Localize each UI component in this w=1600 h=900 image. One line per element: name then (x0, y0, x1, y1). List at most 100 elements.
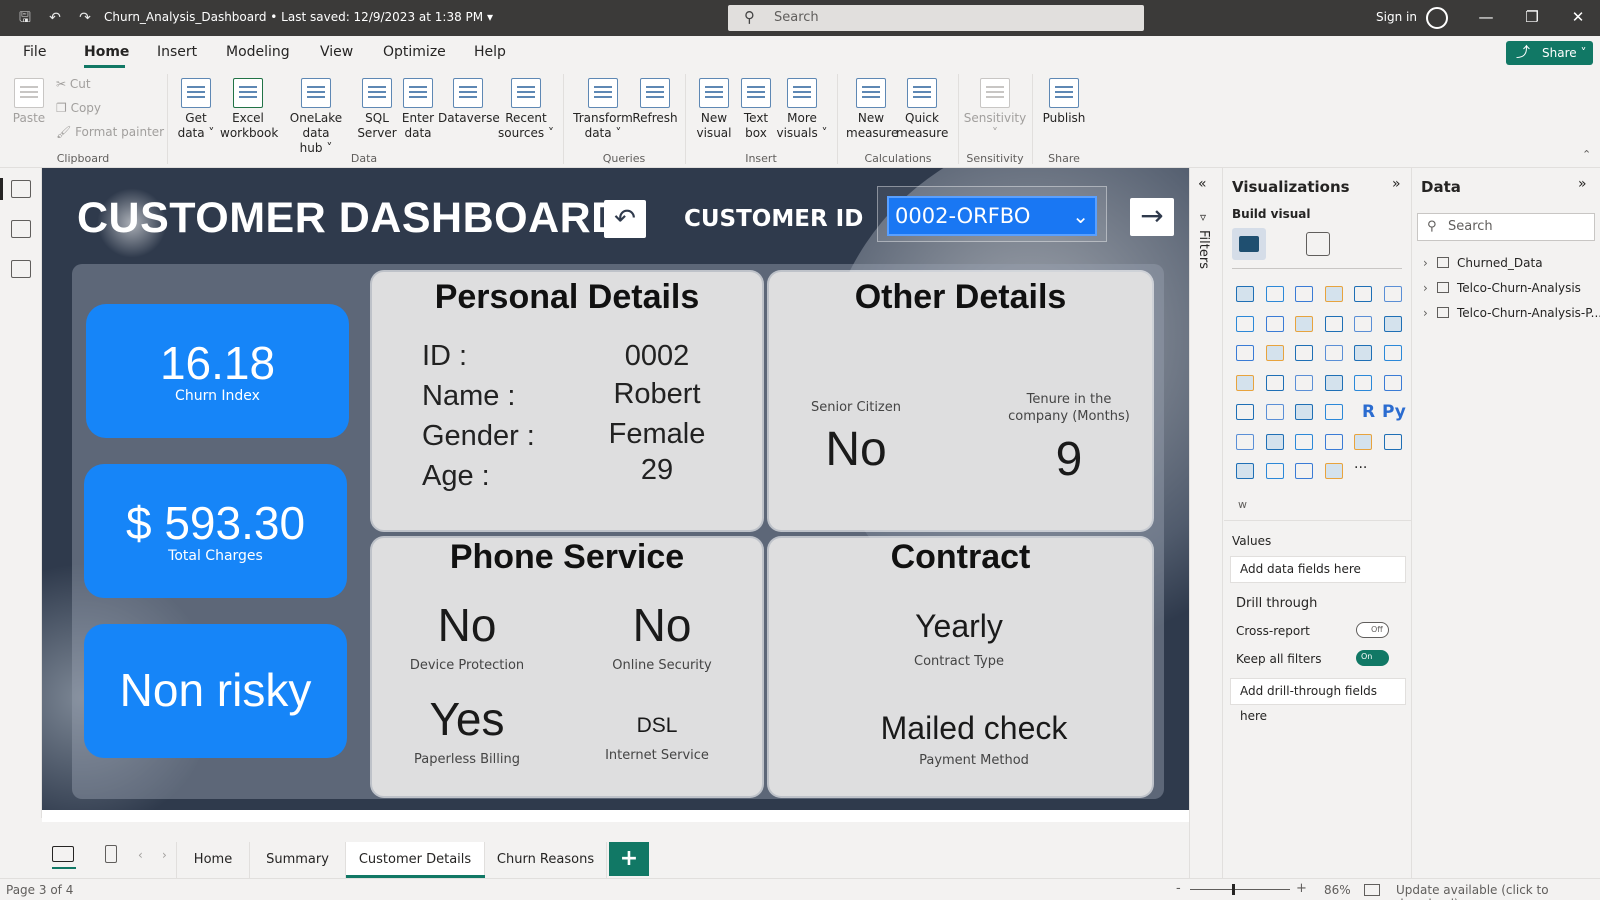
r-visual-icon[interactable]: R (1362, 402, 1375, 422)
visual-type-icon[interactable] (1324, 463, 1343, 479)
visual-type-icon[interactable] (1383, 374, 1402, 391)
mobile-layout-icon[interactable] (105, 845, 117, 863)
text-box-button[interactable]: Text box (736, 78, 776, 141)
more-visuals-button[interactable]: More visuals ˅ (776, 78, 828, 141)
menu-home[interactable]: Home (84, 44, 129, 60)
visual-type-icon[interactable] (1383, 433, 1402, 450)
get-data-button[interactable]: Get data ˅ (172, 78, 220, 141)
collapse-ribbon-icon[interactable]: ⌃ (1582, 148, 1591, 161)
quick-measure-button[interactable]: Quick measure (896, 78, 948, 141)
refresh-button[interactable]: Refresh (632, 78, 678, 126)
expand-filters-icon[interactable]: « (1198, 176, 1207, 192)
collapse-data-icon[interactable]: » (1578, 176, 1587, 192)
values-well[interactable]: Add data fields here (1230, 556, 1406, 583)
global-search-input[interactable]: ⚲ Search (728, 5, 1144, 31)
filters-pane-collapsed[interactable] (1189, 168, 1223, 878)
zoom-level[interactable]: 86% (1324, 883, 1351, 897)
visual-type-icon[interactable] (1265, 433, 1284, 450)
close-icon[interactable]: ✕ (1568, 8, 1588, 26)
visual-type-icon[interactable] (1295, 286, 1313, 302)
visual-type-icon[interactable] (1236, 345, 1254, 361)
zoom-slider-thumb[interactable] (1232, 884, 1235, 895)
add-page-button[interactable]: + (609, 842, 649, 876)
format-painter-button[interactable]: 🖌 Format painter (56, 125, 164, 139)
visual-type-icon[interactable] (1354, 286, 1372, 302)
visual-type-icon[interactable] (1295, 374, 1313, 391)
sign-in-link[interactable]: Sign in (1376, 10, 1417, 24)
user-avatar-icon[interactable] (1426, 7, 1448, 29)
sql-server-button[interactable]: SQL Server (356, 78, 398, 141)
custom-visual-icon[interactable]: w (1238, 498, 1247, 511)
visual-type-icon[interactable] (1236, 286, 1254, 302)
customer-id-dropdown[interactable]: 0002-ORFBO ⌄ (887, 196, 1097, 236)
menu-help[interactable]: Help (474, 44, 506, 60)
new-measure-button[interactable]: New measure (846, 78, 898, 141)
format-visual-icon[interactable] (1306, 232, 1330, 256)
visual-type-icon[interactable] (1265, 345, 1284, 361)
desktop-layout-icon[interactable] (52, 846, 74, 862)
menu-view[interactable]: View (320, 44, 353, 60)
visual-type-icon[interactable] (1324, 286, 1343, 302)
window-title[interactable]: Churn_Analysis_Dashboard • Last saved: 1… (104, 10, 493, 24)
zoom-slider[interactable] (1190, 889, 1290, 890)
build-visual-tab[interactable] (1232, 228, 1266, 260)
visual-type-icon[interactable] (1295, 345, 1313, 361)
visual-type-icon[interactable] (1236, 463, 1254, 479)
visual-type-icon[interactable] (1265, 315, 1284, 332)
transform-data-button[interactable]: Transform data ˅ (572, 78, 634, 141)
publish-button[interactable]: Publish (1040, 78, 1088, 126)
visual-type-icon[interactable] (1265, 286, 1284, 302)
visual-type-icon[interactable] (1236, 374, 1254, 391)
recent-sources-button[interactable]: Recent sources ˅ (498, 78, 554, 141)
report-view-icon[interactable] (11, 180, 31, 198)
onelake-hub-button[interactable]: OneLake data hub ˅ (276, 78, 356, 156)
visual-type-icon[interactable] (1354, 374, 1372, 391)
visual-type-icon[interactable] (1324, 433, 1343, 450)
visual-type-icon[interactable] (1236, 404, 1254, 420)
visual-type-icon[interactable] (1383, 345, 1402, 361)
visual-type-icon[interactable] (1383, 315, 1402, 332)
visual-type-icon[interactable] (1236, 433, 1254, 450)
next-page-icon[interactable]: › (162, 848, 167, 862)
tab-customer-details[interactable]: Customer Details (346, 842, 485, 878)
restore-icon[interactable]: ❐ (1522, 8, 1542, 26)
visual-type-icon[interactable] (1295, 463, 1313, 479)
visual-type-icon[interactable] (1354, 345, 1372, 361)
paste-button[interactable]: Paste (10, 78, 48, 126)
table-item-telco-churn-analysis[interactable]: › Telco-Churn-Analysis (1423, 281, 1581, 295)
tab-churn-reasons[interactable]: Churn Reasons (485, 842, 607, 878)
new-visual-button[interactable]: New visual (692, 78, 736, 141)
model-view-icon[interactable] (11, 260, 31, 278)
update-available-link[interactable]: Update available (click to download) (1396, 883, 1600, 900)
visual-type-icon[interactable] (1324, 315, 1343, 332)
zoom-out-icon[interactable]: - (1176, 881, 1181, 896)
table-item-telco-churn-analysis-p[interactable]: › Telco-Churn-Analysis-P... (1423, 306, 1600, 320)
drill-through-well[interactable]: Add drill-through fields here (1230, 678, 1406, 723)
cross-report-toggle[interactable]: Off (1356, 622, 1389, 638)
python-visual-icon[interactable]: Py (1382, 402, 1406, 422)
menu-modeling[interactable]: Modeling (226, 44, 290, 60)
tab-summary[interactable]: Summary (250, 842, 346, 878)
excel-workbook-button[interactable]: Excel workbook (220, 78, 278, 141)
visual-type-icon[interactable] (1354, 433, 1372, 450)
share-button[interactable]: ⤴ Share ˅ (1506, 41, 1593, 65)
back-button[interactable]: ↶ (604, 200, 646, 238)
next-button[interactable]: → (1130, 198, 1174, 236)
undo-icon[interactable]: ↶ (46, 9, 64, 27)
visual-type-icon[interactable] (1265, 404, 1284, 420)
sensitivity-button[interactable]: Sensitivity ˅ (962, 78, 1028, 141)
save-icon[interactable]: 🖫 (16, 9, 34, 27)
visual-type-icon[interactable] (1324, 374, 1343, 391)
menu-file[interactable]: File (23, 44, 46, 60)
minimize-icon[interactable]: — (1476, 8, 1496, 26)
visual-type-icon[interactable] (1295, 433, 1313, 450)
visual-type-icon[interactable] (1383, 286, 1402, 302)
menu-insert[interactable]: Insert (157, 44, 197, 60)
collapse-visualizations-icon[interactable]: » (1392, 176, 1401, 192)
data-search-input[interactable]: ⚲ Search (1417, 213, 1595, 241)
keep-filters-toggle[interactable]: On (1356, 650, 1389, 666)
dataverse-button[interactable]: Dataverse (438, 78, 500, 126)
table-item-churned-data[interactable]: › Churned_Data (1423, 256, 1543, 270)
redo-icon[interactable]: ↷ (76, 9, 94, 27)
visual-type-icon[interactable] (1236, 315, 1254, 332)
